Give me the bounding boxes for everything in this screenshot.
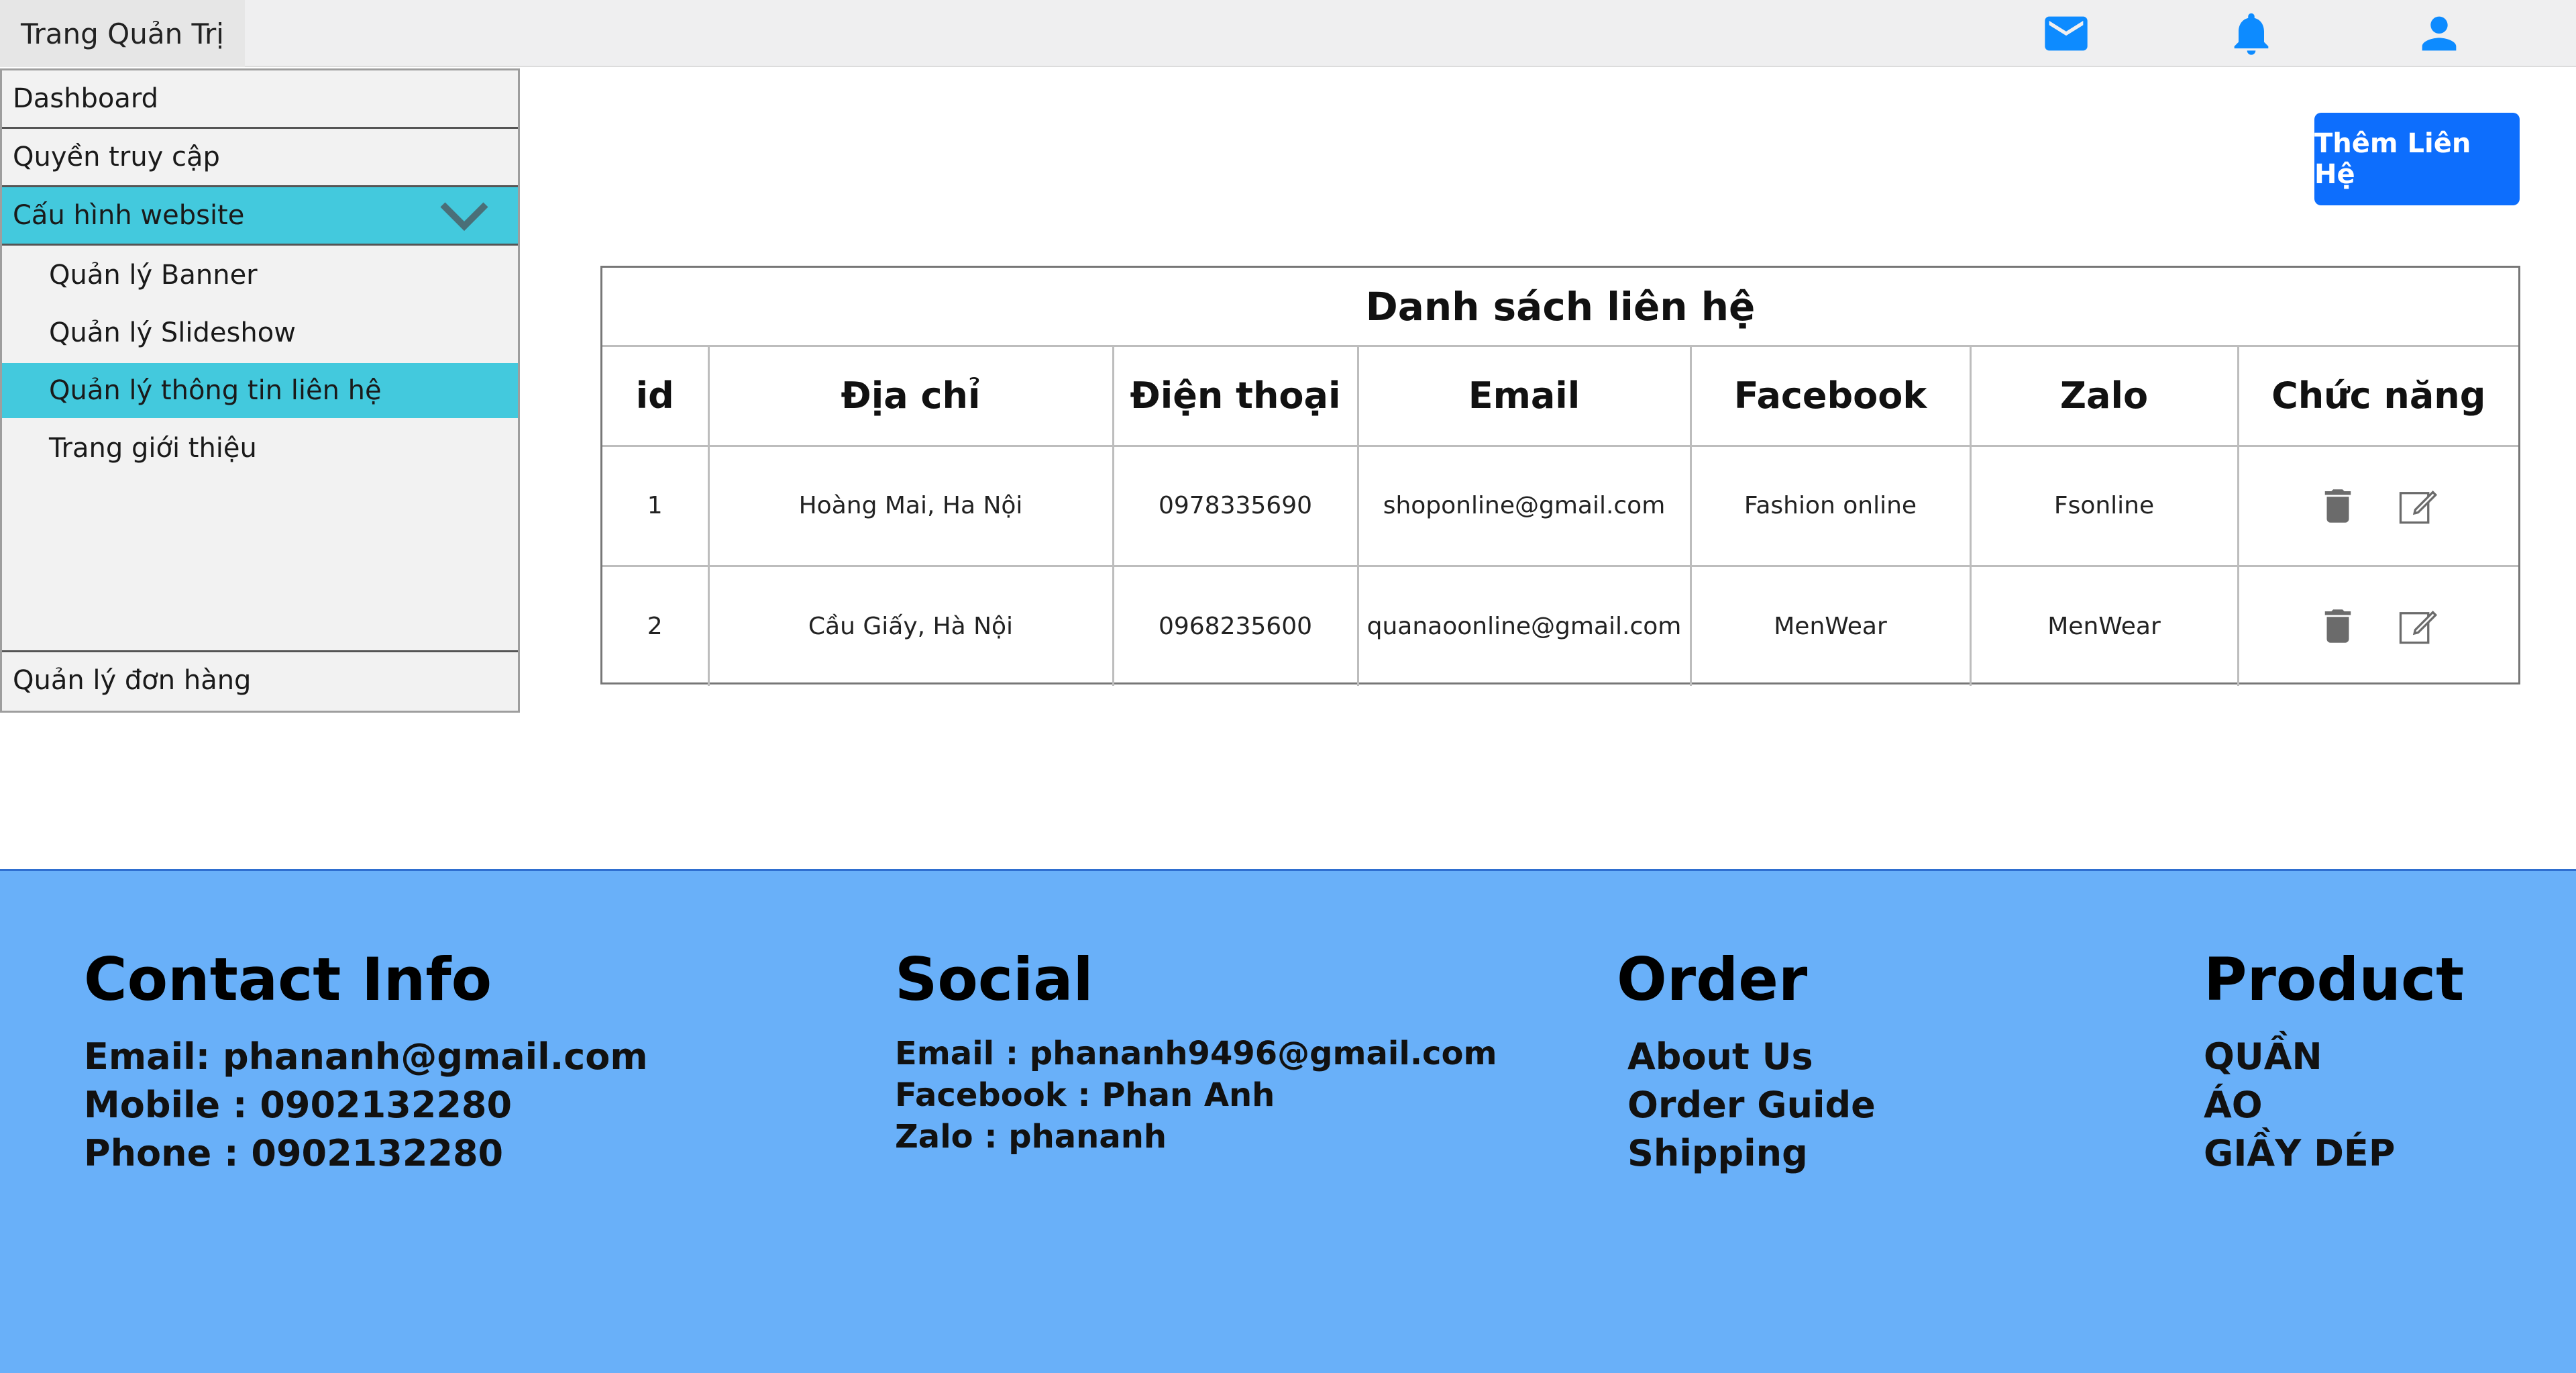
top-bar: Trang Quản Trị [0,0,2576,67]
table-header-row: id Địa chỉ Điện thoại Email Facebook Zal… [602,347,2518,447]
column-header-actions: Chức năng [2238,347,2518,447]
sidebar-item-label: Quyền truy cập [13,142,220,172]
footer-product-column: Product QUẦN ÁO GIẦY DÉP [2204,945,2464,1178]
table-row: 2 Cầu Giấy, Hà Nội 0968235600 quanaoonli… [602,566,2518,686]
footer-social-facebook: Facebook : Phan Anh [895,1076,1275,1114]
table-title: Danh sách liên hệ [602,268,2518,347]
footer-link-shoes[interactable]: GIẦY DÉP [2204,1129,2464,1178]
sidebar-item-dashboard[interactable]: Dashboard [2,70,518,129]
sidebar-item-label: Cấu hình website [13,200,245,231]
footer-social-column: Social Email : phananh9496@gmail.com Fac… [895,945,1497,1158]
sidebar-item-website-config[interactable]: Cấu hình website [2,187,518,246]
footer-social-email: Email : phananh9496@gmail.com [895,1035,1497,1072]
sidebar-subitem-about-page[interactable]: Trang giới thiệu [2,421,518,476]
cell-phone: 0968235600 [1113,566,1359,686]
edit-icon[interactable] [2397,482,2441,529]
trash-icon[interactable] [2316,482,2360,529]
column-header-facebook: Facebook [1690,347,1972,447]
sidebar-subitem-contact-info[interactable]: Quản lý thông tin liên hệ [2,363,518,418]
footer-contact-email: Email: phananh@gmail.com [84,1035,648,1078]
footer-contact-phone: Phone : 0902132280 [84,1132,504,1174]
sidebar-subitem-label: Trang giới thiệu [49,433,257,464]
sidebar-subitem-label: Quản lý Slideshow [49,317,296,348]
column-header-email: Email [1358,347,1692,447]
cell-zalo: Fsonline [1970,446,2239,567]
sidebar-item-orders[interactable]: Quản lý đơn hàng [2,650,518,709]
footer-link-shipping[interactable]: Shipping [1617,1129,1876,1178]
footer: Contact Info Email: phananh@gmail.com Mo… [0,869,2576,1373]
footer-social-title: Social [895,945,1093,1014]
footer-order-column: Order About Us Order Guide Shipping [1617,945,1876,1178]
user-icon[interactable] [2412,8,2466,59]
mail-icon[interactable] [2039,8,2093,59]
sidebar-item-access[interactable]: Quyền truy cập [2,129,518,187]
column-header-zalo: Zalo [1970,347,2239,447]
edit-icon[interactable] [2397,603,2441,650]
footer-contact-title: Contact Info [84,945,492,1014]
trash-icon[interactable] [2316,603,2360,650]
footer-link-order-guide[interactable]: Order Guide [1617,1081,1876,1129]
sidebar: Dashboard Quyền truy cập Cấu hình websit… [0,68,520,713]
footer-social-zalo: Zalo : phananh [895,1118,1167,1156]
column-header-phone: Điện thoại [1113,347,1359,447]
brand-title[interactable]: Trang Quản Trị [0,0,245,67]
contact-table: Danh sách liên hệ id Địa chỉ Điện thoại … [600,266,2520,686]
sidebar-subitem-label: Quản lý Banner [49,260,258,291]
cell-email: quanaoonline@gmail.com [1358,566,1692,686]
footer-link-about-us[interactable]: About Us [1617,1033,1876,1081]
cell-id: 2 [602,566,710,686]
footer-link-pants[interactable]: QUẦN [2204,1033,2464,1081]
footer-link-shirts[interactable]: ÁO [2204,1081,2464,1129]
cell-id: 1 [602,446,710,567]
table-row: 1 Hoàng Mai, Ha Nội 0978335690 shoponlin… [602,446,2518,567]
footer-contact-column: Contact Info Email: phananh@gmail.com Mo… [84,945,648,1178]
cell-phone: 0978335690 [1113,446,1359,567]
sidebar-subitem-label: Quản lý thông tin liên hệ [49,375,382,406]
column-header-id: id [602,347,710,447]
footer-contact-mobile: Mobile : 0902132280 [84,1084,513,1126]
cell-actions [2238,566,2518,686]
cell-actions [2238,446,2518,567]
cell-email: shoponline@gmail.com [1358,446,1692,567]
footer-product-title: Product [2204,945,2465,1014]
add-contact-button[interactable]: Thêm Liên Hệ [2314,113,2520,205]
sidebar-item-label: Quản lý đơn hàng [13,665,252,696]
sidebar-subitem-banner[interactable]: Quản lý Banner [2,248,518,303]
sidebar-item-label: Dashboard [13,83,159,114]
cell-address: Cầu Giấy, Hà Nội [708,566,1114,686]
sidebar-subitem-slideshow[interactable]: Quản lý Slideshow [2,305,518,360]
cell-zalo: MenWear [1970,566,2239,686]
footer-order-title: Order [1617,945,1808,1014]
chevron-down-icon[interactable] [437,197,491,234]
cell-facebook: Fashion online [1690,446,1972,567]
cell-address: Hoàng Mai, Ha Nội [708,446,1114,567]
column-header-address: Địa chỉ [708,347,1114,447]
bell-icon[interactable] [2224,8,2278,59]
cell-facebook: MenWear [1690,566,1972,686]
